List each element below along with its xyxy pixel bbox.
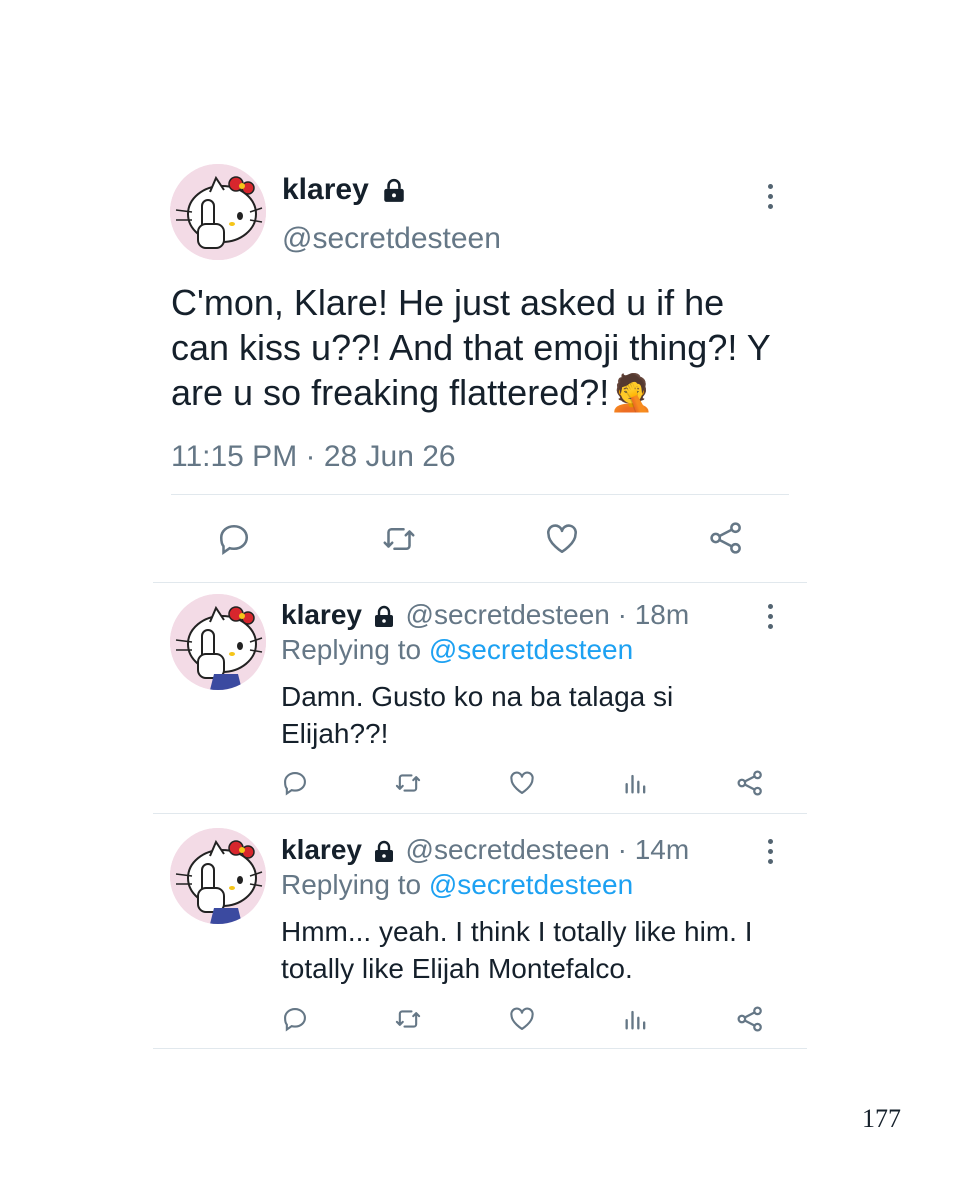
reply-text-line: Elijah??! [281, 718, 389, 749]
lock-icon [384, 179, 404, 202]
avatar[interactable] [170, 828, 266, 924]
replying-to-handle[interactable]: @secretdesteen [429, 869, 633, 900]
analytics-icon[interactable] [622, 1005, 650, 1033]
share-icon[interactable] [735, 768, 765, 798]
retweet-icon[interactable] [393, 769, 423, 797]
retweet-icon[interactable] [393, 1005, 423, 1033]
hello-kitty-avatar-image [170, 594, 266, 690]
share-icon[interactable] [707, 519, 745, 557]
heart-icon[interactable] [543, 521, 581, 557]
reply-icon[interactable] [216, 521, 252, 557]
replying-to-handle[interactable]: @secretdesteen [429, 634, 633, 665]
reply-text-line: Hmm... yeah. I think I totally like him.… [281, 916, 753, 947]
avatar[interactable] [170, 164, 266, 260]
display-name[interactable]: klarey [282, 173, 369, 206]
analytics-icon[interactable] [622, 769, 650, 797]
page-number: 177 [862, 1104, 901, 1133]
more-options-icon[interactable] [760, 839, 780, 864]
more-options-icon[interactable] [760, 604, 780, 629]
tweet-text-line: are u so freaking flattered?! [171, 372, 610, 413]
tweet-text-line: can kiss u??! And that emoji thing?! Y [171, 327, 771, 368]
handle-time[interactable]: @secretdesteen · 18m [406, 599, 690, 630]
reply-text: Damn. Gusto ko na ba talaga si Elijah??! [281, 678, 673, 752]
reply-text-line: Damn. Gusto ko na ba talaga si [281, 681, 674, 712]
display-name[interactable]: klarey [281, 834, 362, 865]
reply-text-line: totally like Elijah Montefalco. [281, 953, 633, 984]
facepalm-emoji: 🤦 [609, 373, 655, 414]
retweet-icon[interactable] [380, 521, 418, 557]
avatar[interactable] [170, 594, 266, 690]
reply-icon[interactable] [281, 1005, 309, 1033]
heart-icon[interactable] [507, 769, 537, 797]
replying-to-label: Replying to [281, 634, 422, 665]
timestamp[interactable]: 11:15 PM · 28 Jun 26 [171, 439, 456, 475]
handle-time[interactable]: @secretdesteen · 14m [406, 834, 690, 865]
tweet-text: C'mon, Klare! He just asked u if he can … [171, 280, 771, 416]
divider [153, 1048, 807, 1049]
hello-kitty-avatar-image [170, 164, 266, 260]
more-options-icon[interactable] [760, 184, 780, 209]
share-icon[interactable] [735, 1004, 765, 1034]
heart-icon[interactable] [507, 1005, 537, 1033]
lock-icon [374, 605, 393, 627]
display-name[interactable]: klarey [281, 599, 362, 630]
replying-to-label: Replying to [281, 869, 422, 900]
hello-kitty-avatar-image [170, 828, 266, 924]
divider [153, 582, 807, 583]
handle[interactable]: @secretdesteen [282, 221, 501, 257]
reply-text: Hmm... yeah. I think I totally like him.… [281, 913, 752, 987]
lock-icon [374, 840, 393, 862]
tweet-text-line: C'mon, Klare! He just asked u if he [171, 282, 725, 323]
reply-icon[interactable] [281, 769, 309, 797]
divider [171, 494, 789, 495]
divider [153, 813, 807, 814]
